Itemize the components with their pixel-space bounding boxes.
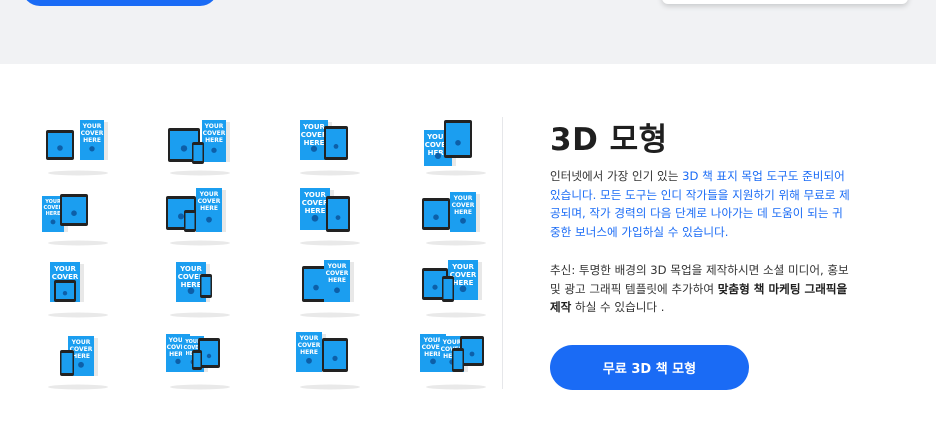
free-3d-mockup-button[interactable]: 무료 3D 책 모형 — [550, 345, 749, 390]
svg-text:COVER: COVER — [326, 270, 349, 277]
mockup-book-phone-image: YOURCOVERHERE — [170, 262, 230, 318]
mockup-book-tablet-stand-image: YOURCOVERHERE — [296, 332, 360, 390]
svg-text:HERE: HERE — [300, 349, 318, 356]
mockup-phone-book: YOUR COVER HERE — [40, 330, 130, 392]
mockup-tablet-book-tall-image: YOURCOVERHERE — [422, 192, 486, 246]
svg-text:YOUR: YOUR — [204, 123, 224, 130]
svg-text:HERE: HERE — [454, 209, 472, 216]
ps-text-end: 하실 수 있습니다 . — [571, 300, 665, 314]
svg-text:HERE: HERE — [205, 137, 223, 144]
ps-paragraph: 추신: 투명한 배경의 3D 목업을 제작하시면 소셜 미디어, 홍보 및 광고… — [550, 261, 850, 317]
mockup-book-tablet: YOUR COVER HERE — [292, 116, 382, 178]
svg-text:YOUR: YOUR — [303, 191, 326, 199]
svg-text:YOUR: YOUR — [302, 123, 325, 131]
mockup-book-tablet-flat-image: YOURCOVERHERE — [48, 262, 108, 318]
mockup-tablet-book-side: YOUR COVER HERE — [292, 258, 382, 320]
mockup-device-set-image: YOURCOVERHERE — [422, 260, 486, 318]
svg-text:YOUR: YOUR — [327, 263, 347, 270]
svg-text:COVER: COVER — [298, 342, 321, 349]
mockup-books-devices-image: YOURCOVERHEREYOURCOVERHERE — [166, 334, 230, 390]
svg-text:YOUR: YOUR — [442, 339, 462, 346]
mockup-book-phone: YOUR COVER HERE — [162, 258, 252, 320]
svg-text:COVER: COVER — [302, 199, 329, 207]
svg-text:COVER: COVER — [203, 130, 226, 137]
svg-text:COVER: COVER — [198, 198, 221, 205]
svg-text:YOUR: YOUR — [199, 191, 219, 198]
svg-text:YOUR: YOUR — [453, 195, 473, 202]
mockup-tablet-book-pair-image: YOURCOVERHERE — [168, 120, 230, 176]
intro-text: 인터넷에서 가장 인기 있는 — [550, 169, 683, 183]
svg-text:HERE: HERE — [83, 137, 101, 144]
mockup-full-set: YOURCOVERHEREYOURCOVERHERE — [418, 330, 508, 392]
svg-text:COVER: COVER — [452, 202, 475, 209]
svg-text:YOUR: YOUR — [53, 265, 76, 273]
mockup-grid: YOUR COVER HERE YOUR COVER HERE YOUR COVER HERE Y… — [30, 110, 490, 400]
intro-paragraph: 인터넷에서 가장 인기 있는 3D 책 표지 목업 도구도 준비되어 있습니다.… — [550, 167, 850, 241]
section-title: 3D 모형 — [550, 122, 668, 158]
svg-text:YOUR: YOUR — [299, 335, 319, 342]
mockup-books-devices: YOURCOVERHEREYOURCOVERHERE — [162, 330, 252, 392]
mockup-tablet-book-side-image: YOURCOVERHERE — [300, 260, 360, 318]
top-card-partial — [662, 0, 908, 4]
mockup-tablet-book-phone-image: YOURCOVERHERE — [166, 188, 230, 246]
svg-text:COVER: COVER — [301, 131, 328, 139]
mockup-tablet-book-tall: YOUR COVER HERE — [418, 186, 508, 248]
mockup-book-tablet-right: YOURCOVERHERE — [418, 116, 508, 178]
top-band — [0, 0, 936, 64]
mockup-tablet-phone-book-image: YOURCOVERHERE — [46, 120, 108, 176]
divider — [502, 117, 503, 389]
mockup-device-set: YOUR COVER HERE — [418, 258, 508, 320]
mockup-phone-book-image: YOURCOVERHERE — [48, 336, 108, 390]
svg-text:YOUR: YOUR — [179, 265, 202, 273]
mockup-book-ereader: YOUR COVER HERE — [292, 186, 382, 248]
svg-text:HERE: HERE — [46, 211, 61, 217]
mockup-tablet-book-angle: YOUR COVER HERE — [40, 186, 130, 248]
mockup-tablet-book-angle-image: YOURCOVERHERE — [42, 194, 108, 246]
svg-text:HERE: HERE — [200, 205, 218, 212]
mockup-book-tablet-stand: YOUR COVER HERE — [292, 330, 382, 392]
svg-text:HERE: HERE — [305, 207, 326, 215]
svg-text:YOUR: YOUR — [71, 339, 91, 346]
mockup-book-ereader-image: YOURCOVERHERE — [300, 188, 360, 246]
svg-text:HERE: HERE — [328, 277, 346, 284]
svg-text:COVER: COVER — [81, 130, 104, 137]
svg-text:YOUR: YOUR — [423, 337, 443, 344]
mockup-book-tablet-flat: YOURCOVERHERE — [40, 258, 130, 320]
mockup-book-tablet-right-image: YOURCOVERHERE — [424, 120, 486, 176]
mockup-tablet-book-pair: YOUR COVER HERE — [162, 116, 252, 178]
svg-text:HERE: HERE — [72, 353, 90, 360]
mockup-tablet-book-phone: YOUR COVER HERE — [162, 186, 252, 248]
svg-text:YOUR: YOUR — [82, 123, 102, 130]
mockup-full-set-image: YOURCOVERHEREYOURCOVERHERE — [420, 334, 486, 390]
mockup-book-tablet-image: YOURCOVERHERE — [300, 120, 360, 176]
svg-text:YOUR: YOUR — [451, 263, 474, 271]
svg-text:COVER: COVER — [52, 273, 79, 281]
top-cta-button-partial[interactable] — [22, 0, 218, 6]
mockup-tablet-phone-book: YOUR COVER HERE — [40, 116, 130, 178]
svg-text:HERE: HERE — [424, 351, 442, 358]
